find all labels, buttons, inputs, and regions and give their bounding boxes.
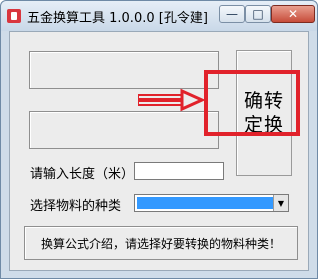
material-select-value bbox=[137, 197, 273, 209]
info-text: 换算公式介绍，请选择好要转换的物料种类！ bbox=[40, 236, 281, 251]
chevron-down-icon[interactable]: ▼ bbox=[273, 195, 288, 211]
length-label: 请输入长度（米） bbox=[30, 167, 135, 182]
highlight-box bbox=[204, 70, 300, 136]
window-title: 五金换算工具 1.0.0.0 [孔令建] bbox=[27, 11, 208, 26]
client-area: 确转定换 请输入长度（米） 选择物料的种类 ▼ 换算公式介绍，请选择好要转换的物… bbox=[9, 31, 309, 271]
result-panel-top bbox=[29, 51, 219, 89]
close-button[interactable]: ✕ bbox=[271, 5, 315, 23]
app-window: 五金换算工具 1.0.0.0 [孔令建] — □ ✕ 确转定换 请输入长度（米）… bbox=[0, 0, 318, 279]
material-select[interactable]: ▼ bbox=[134, 194, 289, 212]
title-bar[interactable]: 五金换算工具 1.0.0.0 [孔令建] — □ ✕ bbox=[1, 1, 317, 31]
app-icon bbox=[7, 9, 21, 23]
maximize-button[interactable]: □ bbox=[245, 5, 271, 23]
length-input[interactable] bbox=[134, 162, 224, 180]
red-arrow-icon bbox=[138, 88, 204, 112]
material-label: 选择物料的种类 bbox=[30, 199, 122, 214]
result-panel-bottom bbox=[29, 111, 219, 149]
info-box: 换算公式介绍，请选择好要转换的物料种类！ bbox=[24, 226, 298, 260]
minimize-button[interactable]: — bbox=[219, 5, 245, 23]
